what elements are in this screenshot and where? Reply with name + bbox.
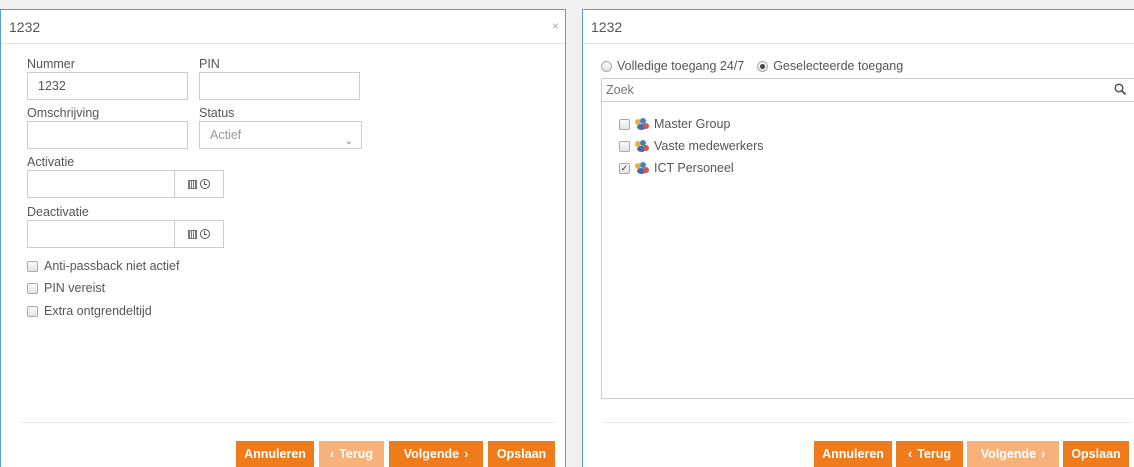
volgende-button[interactable]: Volgende › xyxy=(967,441,1059,467)
omschrijving-label: Omschrijving xyxy=(27,106,100,120)
calendar-icon xyxy=(188,179,197,189)
activatie-input[interactable] xyxy=(27,170,175,198)
anti-passback-checkbox-row[interactable]: Anti-passback niet actief xyxy=(27,259,180,273)
opslaan-label: Opslaan xyxy=(1071,447,1121,461)
chevron-right-icon: › xyxy=(464,447,469,461)
opslaan-button[interactable]: Opslaan xyxy=(488,441,555,467)
access-dialog: 1232 × Volledige toegang 24/7 Geselectee… xyxy=(582,9,1134,467)
status-label: Status xyxy=(199,106,235,120)
omschrijving-input[interactable] xyxy=(27,121,188,149)
deactivatie-input[interactable] xyxy=(27,220,175,248)
clock-icon xyxy=(200,179,210,189)
master-group-checkbox[interactable] xyxy=(619,118,630,130)
anti-passback-label: Anti-passback niet actief xyxy=(44,259,180,273)
anti-passback-checkbox[interactable] xyxy=(27,260,38,272)
volgende-label: Volgende xyxy=(980,447,1037,461)
group-tree: Master Group Vaste medewerkers ✓ ICT Per… xyxy=(601,101,1134,399)
master-group-label: Master Group xyxy=(654,117,731,131)
tree-item-master-group[interactable]: Master Group xyxy=(619,117,730,131)
volgende-button[interactable]: Volgende › xyxy=(389,441,483,467)
footer-divider xyxy=(21,422,555,423)
dialog-header: 1232 × xyxy=(1,10,565,44)
group-icon xyxy=(635,118,649,130)
nummer-label: Nummer xyxy=(27,57,75,71)
pin-vereist-checkbox-row[interactable]: PIN vereist xyxy=(27,281,105,295)
vaste-medewerkers-checkbox[interactable] xyxy=(619,140,630,152)
vaste-medewerkers-label: Vaste medewerkers xyxy=(654,139,764,153)
volgende-label: Volgende xyxy=(403,447,460,461)
terug-label: Terug xyxy=(339,447,373,461)
volledige-toegang-radio[interactable] xyxy=(601,60,612,72)
chevron-left-icon: ‹ xyxy=(330,447,335,461)
pin-input[interactable] xyxy=(199,72,360,100)
status-value: Actief xyxy=(210,128,242,142)
chevron-down-icon: ⌄ xyxy=(344,136,353,147)
activatie-label: Activatie xyxy=(27,155,75,169)
chevron-left-icon: ‹ xyxy=(908,447,913,461)
search-icon[interactable] xyxy=(1114,83,1127,99)
opslaan-button[interactable]: Opslaan xyxy=(1063,441,1129,467)
activatie-picker-button[interactable] xyxy=(175,170,224,198)
group-icon xyxy=(635,162,649,174)
annuleren-label: Annuleren xyxy=(244,447,306,461)
opslaan-label: Opslaan xyxy=(496,447,547,461)
tree-item-vaste-medewerkers[interactable]: Vaste medewerkers xyxy=(619,139,764,153)
deactivatie-label: Deactivatie xyxy=(27,205,89,219)
search-input[interactable] xyxy=(601,78,1134,102)
close-icon[interactable]: × xyxy=(552,19,559,33)
annuleren-button[interactable]: Annuleren xyxy=(236,441,314,467)
status-select[interactable]: Actief ⌄ xyxy=(199,121,362,149)
group-icon xyxy=(635,140,649,152)
dialog-title: 1232 xyxy=(9,19,41,35)
annuleren-label: Annuleren xyxy=(822,447,884,461)
terug-label: Terug xyxy=(917,447,951,461)
extra-ontgrendeltijd-checkbox[interactable] xyxy=(27,305,38,317)
geselecteerde-toegang-radio[interactable] xyxy=(757,60,769,72)
extra-ontgrendeltijd-label: Extra ontgrendeltijd xyxy=(44,304,152,318)
volledige-toegang-label: Volledige toegang 24/7 xyxy=(617,59,745,73)
extra-ontgrendeltijd-checkbox-row[interactable]: Extra ontgrendeltijd xyxy=(27,304,152,318)
ict-personeel-checkbox[interactable]: ✓ xyxy=(619,162,630,174)
deactivatie-picker-button[interactable] xyxy=(175,220,224,248)
footer-divider xyxy=(603,422,1131,423)
user-detail-dialog: 1232 × Nummer PIN Omschrijving Status Ac… xyxy=(0,9,566,467)
pin-vereist-label: PIN vereist xyxy=(44,281,106,295)
pin-vereist-checkbox[interactable] xyxy=(27,282,38,294)
tree-item-ict-personeel[interactable]: ✓ ICT Personeel xyxy=(619,161,734,175)
ict-personeel-label: ICT Personeel xyxy=(654,161,734,175)
nummer-input[interactable] xyxy=(27,72,188,100)
clock-icon xyxy=(200,229,210,239)
chevron-right-icon: › xyxy=(1041,447,1046,461)
annuleren-button[interactable]: Annuleren xyxy=(814,441,892,467)
dialog-header: 1232 × xyxy=(583,10,1134,44)
geselecteerde-toegang-label: Geselecteerde toegang xyxy=(773,59,904,73)
pin-label: PIN xyxy=(199,57,220,71)
calendar-icon xyxy=(188,229,197,239)
access-options: Volledige toegang 24/7 Geselecteerde toe… xyxy=(601,59,903,73)
terug-button[interactable]: ‹ Terug xyxy=(319,441,384,467)
terug-button[interactable]: ‹ Terug xyxy=(896,441,963,467)
dialog-title: 1232 xyxy=(591,19,623,35)
